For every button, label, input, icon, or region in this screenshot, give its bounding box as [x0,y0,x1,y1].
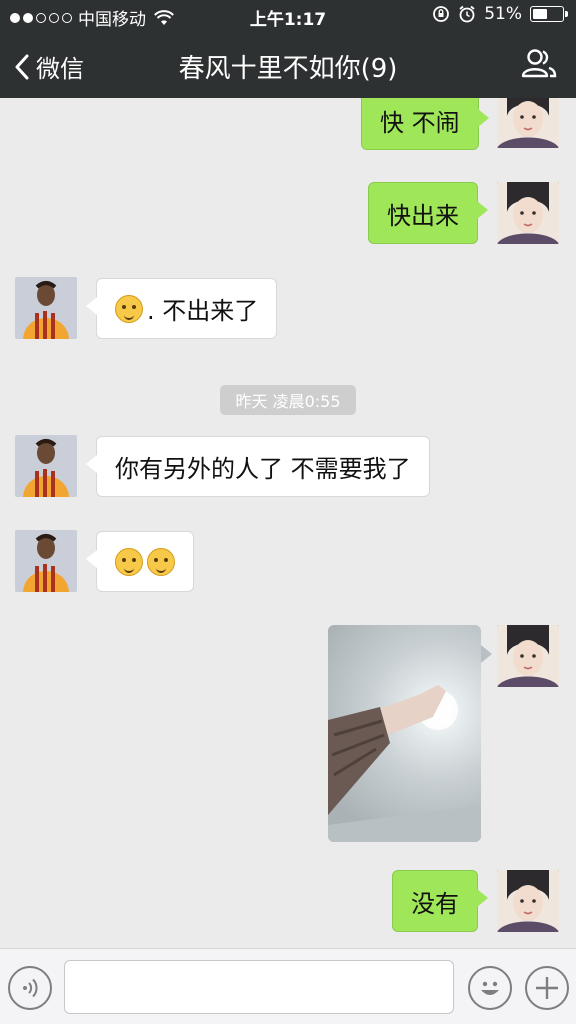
emoji-button[interactable] [468,966,512,1010]
chat-area[interactable]: 快 不闹 快出来 . 不出来了 昨天 凌晨0:55 你有另外的人了 不需要我了 … [0,98,576,948]
message-image[interactable] [328,625,481,842]
image-bubble-tail [481,645,492,663]
alarm-icon [459,5,475,23]
message-text: 你有另外的人了 不需要我了 [115,455,411,483]
contact-avatar[interactable] [15,530,77,592]
avatar-girl-image [497,98,559,148]
message-bubble-received[interactable]: . 不出来了 [85,278,278,339]
status-bar: 中国移动 上午1:17 51% [0,0,576,32]
emoji-icon [481,981,499,995]
avatar-girl-image [497,870,559,932]
avatar-player-image [15,435,77,497]
my-avatar[interactable] [497,625,559,687]
battery-level [533,9,548,19]
message-bubble-sent[interactable]: 快 不闹 [361,98,489,150]
message-bubble-sent[interactable]: 没有 [392,870,488,932]
group-members-icon [521,49,557,78]
avatar-player-image [15,530,77,592]
input-bar [0,948,576,1024]
message-text: 快出来 [387,201,459,230]
group-members-button[interactable] [520,48,558,84]
message-bubble-received[interactable]: 你有另外的人了 不需要我了 [86,436,430,497]
my-avatar[interactable] [497,98,559,148]
my-avatar[interactable] [497,182,559,244]
thinking-emoji-icon [115,294,143,323]
avatar-girl-image [497,182,559,244]
battery-icon [530,6,568,22]
voice-icon [23,978,38,998]
photo-hand-image [328,685,481,842]
plus-icon [536,977,558,999]
shy-emoji-icon [115,547,143,576]
top-bar: 中国移动 上午1:17 51% 微信 春风十里不如你(9) [0,0,576,98]
message-text: 快 不闹 [380,108,460,137]
message-timestamp: 昨天 凌晨0:55 [220,385,356,415]
message-bubble-sent[interactable]: 快出来 [368,182,488,244]
contact-avatar[interactable] [15,435,77,497]
battery-percent: 51% [484,4,522,24]
message-input[interactable] [64,960,454,1014]
message-text: 没有 [411,889,459,918]
more-button[interactable] [525,966,569,1010]
contact-avatar[interactable] [15,277,77,339]
voice-button[interactable] [8,966,52,1010]
message-text: . 不出来了 [147,297,259,325]
avatar-player-image [15,277,77,339]
avatar-girl-image [497,625,559,687]
rotation-lock-icon [433,6,450,22]
nav-bar: 微信 春风十里不如你(9) [0,32,576,98]
status-right: 51% [432,4,568,24]
chat-title: 春风十里不如你(9) [178,54,398,84]
message-bubble-received[interactable] [86,531,194,592]
my-avatar[interactable] [497,870,559,932]
shy-emoji-icon [147,547,175,576]
